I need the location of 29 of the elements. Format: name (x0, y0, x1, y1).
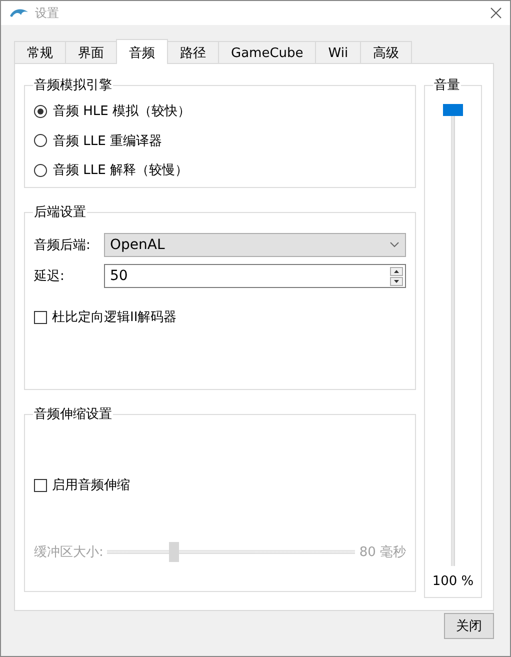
up-arrow-icon (394, 270, 399, 272)
slider-reading: 80 毫秒 (359, 544, 406, 560)
checkbox-option[interactable]: 启用音频伸缩 (34, 475, 130, 495)
group-title: 音频模拟引擎 (33, 77, 113, 94)
radio-option[interactable]: 音频 LLE 解释（较慢） (34, 160, 188, 180)
close-icon[interactable] (490, 7, 502, 19)
field-label: 音频后端: (34, 237, 92, 254)
checkbox-option[interactable]: 杜比定向逻辑II解码器 (34, 307, 177, 327)
tab[interactable]: 高级 (360, 41, 412, 63)
group-title: 音量 (433, 77, 461, 94)
field-label: 缓冲区大小: (34, 544, 104, 560)
number-field[interactable]: 50 (104, 264, 406, 288)
radio-option[interactable]: 音频 LLE 重编译器 (34, 130, 162, 150)
group-title: 音频伸缩设置 (33, 406, 113, 423)
group-title: 后端设置 (33, 204, 87, 221)
radio-option[interactable]: 音频 HLE 模拟（较快） (34, 101, 190, 121)
volume-thumb[interactable] (443, 104, 463, 116)
tab[interactable]: 常规 (14, 41, 66, 63)
tab[interactable]: 音频 (116, 39, 168, 64)
spin-down-button[interactable] (390, 276, 403, 286)
field-label: 延迟: (34, 268, 66, 285)
spin-up-button[interactable] (390, 266, 403, 276)
down-arrow-icon (394, 280, 399, 282)
window-title: 设置 (35, 4, 60, 22)
volume-reading: 100 % (432, 574, 474, 589)
dropdown[interactable]: OpenAL (104, 233, 406, 257)
dropdown-value: OpenAL (110, 237, 166, 253)
close-button[interactable]: 关闭 (444, 613, 494, 639)
caret-icon (390, 242, 399, 248)
